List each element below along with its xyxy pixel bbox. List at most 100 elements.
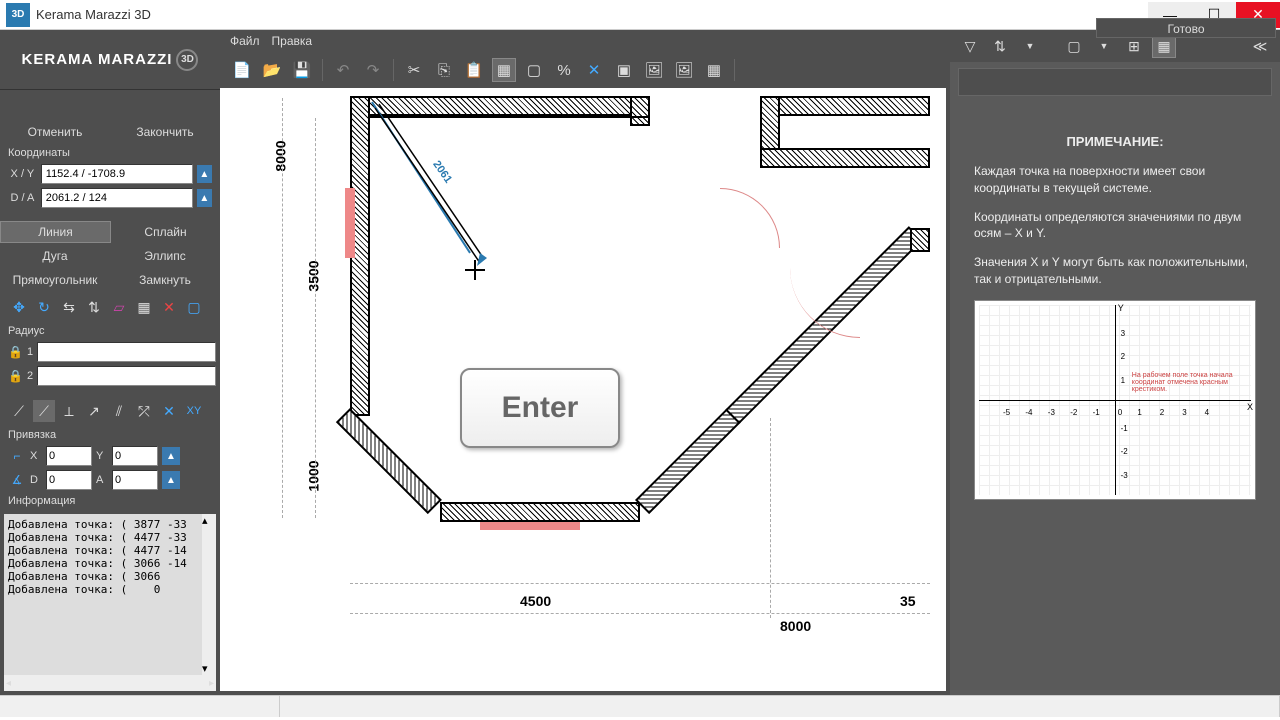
- snap-parallel-icon[interactable]: ⫽: [108, 400, 130, 422]
- image2-icon[interactable]: 🖼: [672, 58, 696, 82]
- snap-a-input[interactable]: [112, 470, 158, 490]
- radius-2-label: 2: [27, 370, 33, 382]
- snap-a-label: A: [96, 474, 108, 486]
- frame-tb-icon[interactable]: ▣: [612, 58, 636, 82]
- snap-xy-icon2[interactable]: ⌐: [8, 447, 26, 465]
- snap-d-input[interactable]: [46, 470, 92, 490]
- note-p2: Координаты определяются значениями по дв…: [974, 209, 1256, 243]
- snap-y-input[interactable]: [112, 446, 158, 466]
- snap-endpoint-icon[interactable]: ⟋: [8, 400, 30, 422]
- note-box: ПРИМЕЧАНИЕ: Каждая точка на поверхности …: [962, 122, 1268, 512]
- crosshair-cursor-icon: [465, 260, 485, 280]
- paste-icon[interactable]: 📋: [462, 58, 486, 82]
- tool-spline-button[interactable]: Сплайн: [111, 222, 220, 242]
- snap-xy-apply[interactable]: ▲: [162, 447, 180, 465]
- lock-icon[interactable]: 🔒: [8, 345, 23, 359]
- scrollbar-h[interactable]: ◂▸: [4, 675, 216, 691]
- xy-label: X / Y: [8, 168, 37, 180]
- menu-edit[interactable]: Правка: [272, 34, 313, 48]
- status-cell-2: [280, 696, 1280, 717]
- left-panel: KERAMA MARAZZI 3D Отменить Закончить Коо…: [0, 30, 220, 695]
- measure-line-icon: [365, 98, 545, 298]
- view-single-icon[interactable]: ▢: [1062, 34, 1086, 58]
- dim-1000: 1000: [306, 460, 322, 491]
- note-p3: Значения X и Y могут быть как положитель…: [974, 254, 1256, 288]
- lock-icon-2[interactable]: 🔒: [8, 369, 23, 383]
- snap-cross-icon[interactable]: ✕: [158, 400, 180, 422]
- delete-icon[interactable]: ✕: [158, 296, 180, 318]
- filter-icon[interactable]: ▽: [958, 34, 982, 58]
- dropdown-icon[interactable]: ▼: [1018, 34, 1042, 58]
- da-input[interactable]: [41, 188, 193, 208]
- snap-da-icon[interactable]: ∡: [8, 471, 26, 489]
- tool-ellipse-button[interactable]: Эллипс: [110, 246, 220, 266]
- tool-rect-button[interactable]: Прямоугольник: [0, 270, 110, 290]
- info-panel: Добавлена точка: ( 3877 -33 Добавлена то…: [4, 514, 216, 691]
- open-file-icon[interactable]: 📂: [260, 58, 284, 82]
- info-label: Информация: [0, 492, 220, 510]
- logo-badge-icon: 3D: [176, 49, 198, 71]
- percent-icon[interactable]: %: [552, 58, 576, 82]
- menu-file[interactable]: Файл: [230, 34, 260, 48]
- snap-y-label: Y: [96, 450, 108, 462]
- status-ready: Готово: [1096, 18, 1276, 38]
- canvas[interactable]: 2061 8000 3500 1000 4500 8000 35 Enter: [220, 88, 946, 691]
- window-title: Kerama Marazzi 3D: [36, 7, 151, 22]
- center-area: Файл Правка 📄 📂 💾 ↶ ↷ ✂ ⎘ 📋 ▦ ▢ % ✕ ▣ 🖼 …: [220, 30, 950, 695]
- radius-1-label: 1: [27, 346, 33, 358]
- cut-icon[interactable]: ✂: [402, 58, 426, 82]
- finish-button[interactable]: Закончить: [110, 122, 220, 142]
- tool-line-button[interactable]: Линия: [0, 221, 111, 243]
- snap-toolbar: ⟋ ⟋ ⟂ ↗ ⫽ ⤱ ✕ XY: [0, 396, 220, 426]
- titlebar: 3D Kerama Marazzi 3D — ☐ ✕: [0, 0, 1280, 30]
- dim-8000-bottom: 8000: [780, 618, 811, 634]
- status-cell-1: [0, 696, 280, 717]
- statusbar: [0, 695, 1280, 717]
- radius-label: Радиус: [0, 322, 220, 340]
- coords-label: Координаты: [0, 144, 220, 162]
- snap-xy-icon[interactable]: XY: [183, 400, 205, 422]
- da-apply-button[interactable]: ▲: [197, 189, 212, 207]
- save-file-icon[interactable]: 💾: [290, 58, 314, 82]
- snap-da-apply[interactable]: ▲: [162, 471, 180, 489]
- dim-3500: 3500: [306, 260, 322, 291]
- snap-x-input[interactable]: [46, 446, 92, 466]
- undo-icon[interactable]: ↶: [331, 58, 355, 82]
- info-log[interactable]: Добавлена точка: ( 3877 -33 Добавлена то…: [4, 514, 216, 675]
- show-grid-icon[interactable]: ▦: [492, 58, 516, 82]
- radius-2-input[interactable]: [37, 366, 216, 386]
- snap-intersect-icon[interactable]: ⤱: [133, 400, 155, 422]
- grid-color-icon[interactable]: ▦: [702, 58, 726, 82]
- select-icon[interactable]: ▱: [108, 296, 130, 318]
- delete-tb-icon[interactable]: ✕: [582, 58, 606, 82]
- redo-icon[interactable]: ↷: [361, 58, 385, 82]
- sort-icon[interactable]: ⇅: [988, 34, 1012, 58]
- snap-tangent-icon[interactable]: ↗: [83, 400, 105, 422]
- app-icon: 3D: [6, 3, 30, 27]
- logo: KERAMA MARAZZI 3D: [0, 30, 220, 90]
- rotate-icon[interactable]: ↻: [33, 296, 55, 318]
- snap-midpoint-icon[interactable]: ⟋: [33, 400, 55, 422]
- mirror-v-icon[interactable]: ⇅: [83, 296, 105, 318]
- frame-icon[interactable]: ▢: [183, 296, 205, 318]
- tool-close-button[interactable]: Замкнуть: [110, 270, 220, 290]
- grid-icon[interactable]: ▦: [133, 296, 155, 318]
- snap-perp-icon[interactable]: ⟂: [58, 400, 80, 422]
- radius-1-input[interactable]: [37, 342, 216, 362]
- right-panel: ▽ ⇅ ▼ ▢ ▼ ⊞ ▦ ≪ ПРИМЕЧАНИЕ: Каждая точка…: [950, 30, 1280, 695]
- search-field[interactable]: [958, 68, 1272, 96]
- xy-apply-button[interactable]: ▲: [197, 165, 212, 183]
- cancel-button[interactable]: Отменить: [0, 122, 110, 142]
- copy-icon[interactable]: ⎘: [432, 58, 456, 82]
- scrollbar-v[interactable]: ▴▾: [202, 514, 216, 675]
- tool-arc-button[interactable]: Дуга: [0, 246, 110, 266]
- da-label: D / A: [8, 192, 37, 204]
- snap-grid-icon[interactable]: ▢: [522, 58, 546, 82]
- image-icon[interactable]: 🖼: [642, 58, 666, 82]
- new-file-icon[interactable]: 📄: [230, 58, 254, 82]
- dim-35-right: 35: [900, 593, 916, 609]
- xy-input[interactable]: [41, 164, 193, 184]
- mirror-h-icon[interactable]: ⇆: [58, 296, 80, 318]
- main-toolbar: 📄 📂 💾 ↶ ↷ ✂ ⎘ 📋 ▦ ▢ % ✕ ▣ 🖼 🖼 ▦ Готово: [220, 52, 950, 88]
- move-icon[interactable]: ✥: [8, 296, 30, 318]
